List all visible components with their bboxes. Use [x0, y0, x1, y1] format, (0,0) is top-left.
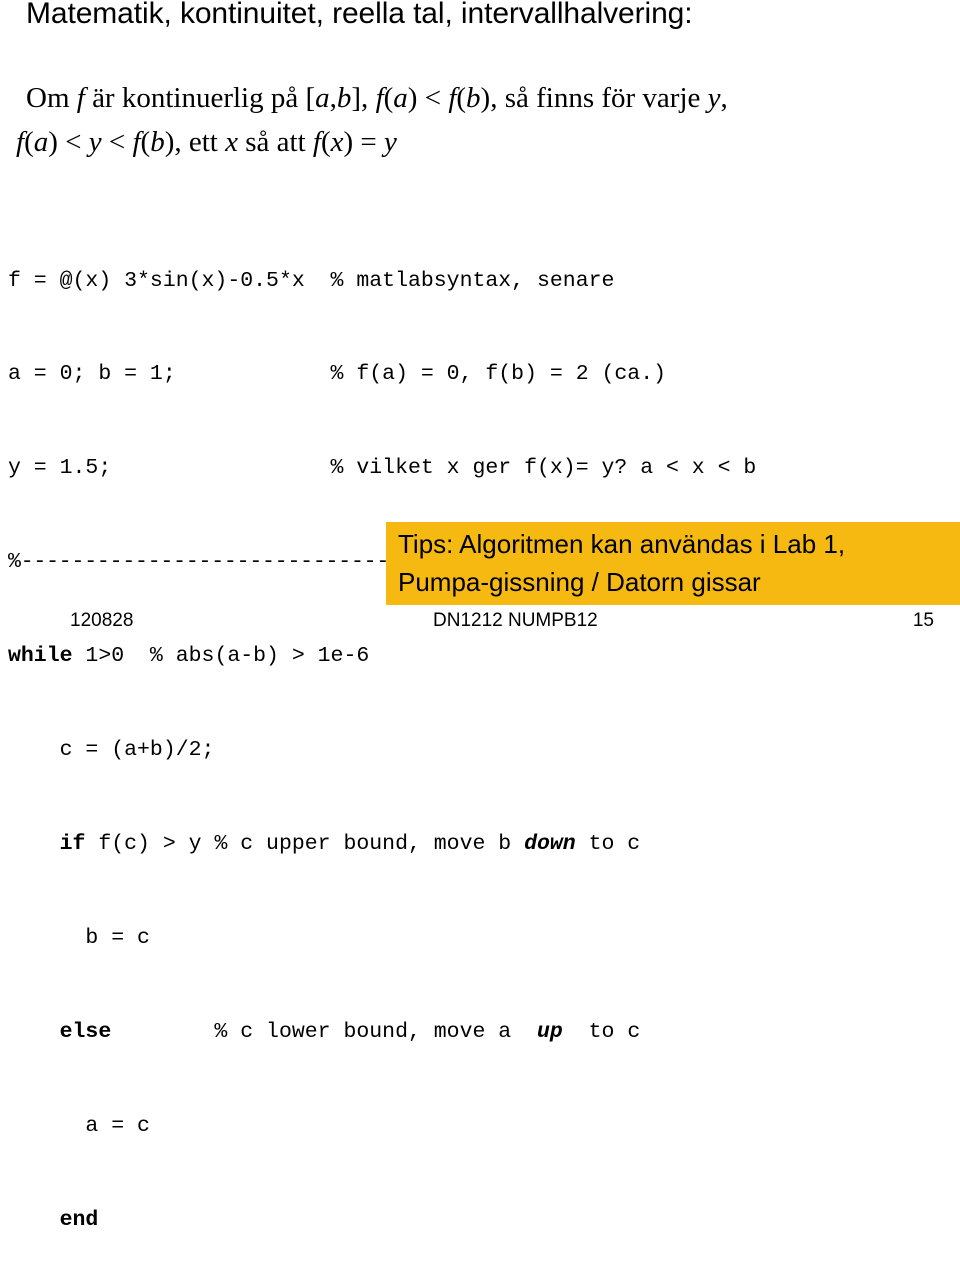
tip-callout-box: Tips: Algoritmen kan användas i Lab 1, P…	[386, 522, 960, 605]
page-title: Matematik, kontinuitet, reella tal, inte…	[26, 0, 693, 30]
footer-course-code: DN1212 NUMPB12	[433, 610, 598, 631]
math-text: (	[140, 126, 151, 158]
code-text: f(c) > y % c upper bound, move b	[85, 831, 525, 856]
math-var-b: b	[336, 82, 352, 114]
math-text: ) =	[343, 126, 385, 158]
math-text: ), ett	[164, 126, 226, 158]
code-line: f = @(x) 3*sin(x)-0.5*x % matlabsyntax, …	[8, 268, 615, 293]
code-text: 1>0 % abs(a-b) > 1e-6	[72, 644, 370, 669]
math-var-a: a	[315, 82, 330, 114]
math-var-x: x	[225, 126, 238, 158]
math-text: ), så finns för varje	[480, 82, 708, 114]
code-line: a = 0; b = 1; % f(a) = 0, f(b) = 2 (ca.)	[8, 362, 667, 387]
math-var-f: f	[312, 126, 321, 158]
code-line-while: while 1>0 % abs(a-b) > 1e-6	[8, 641, 960, 672]
code-line: b = c	[8, 925, 150, 950]
keyword-end: end	[59, 1207, 99, 1232]
math-text: ,	[329, 82, 337, 114]
math-text: <	[101, 126, 133, 158]
code-text: to c	[575, 831, 641, 856]
math-var-f: f	[16, 126, 25, 158]
emphasis-down: down	[524, 831, 576, 856]
code-line: a = c	[8, 1113, 150, 1138]
code-line-else: else % c lower bound, move a up to c	[8, 1017, 960, 1048]
footer-date: 120828	[70, 610, 134, 631]
math-statement-line-2: f(a) < y < f(b), ett x så att f(x) = y	[0, 120, 960, 164]
math-var-f: f	[76, 82, 85, 114]
math-var-b: b	[466, 82, 481, 114]
footer-page-number: 15	[912, 610, 934, 631]
math-var-f: f	[132, 126, 141, 158]
math-var-a: a	[393, 82, 408, 114]
tip-text-line-2: Pumpa-gissning / Datorn gissar	[398, 567, 761, 597]
math-var-y: y	[88, 126, 102, 158]
math-text: ],	[351, 82, 376, 114]
math-text: så att	[238, 126, 313, 158]
code-line-if: if f(c) > y % c upper bound, move b down…	[8, 829, 960, 860]
keyword-while: while	[8, 644, 73, 669]
slide-footer: 120828 DN1212 NUMPB12 15	[0, 608, 960, 636]
keyword-if: if	[59, 831, 86, 856]
code-text: % c lower bound, move a	[111, 1019, 537, 1044]
slide-canvas: Matematik, kontinuitet, reella tal, inte…	[0, 0, 960, 1232]
math-text: ) <	[407, 82, 449, 114]
math-var-y: y	[384, 126, 397, 158]
keyword-else: else	[59, 1019, 112, 1044]
math-text: (	[320, 126, 331, 158]
math-text: ) <	[48, 126, 89, 158]
tip-text-line-1: Tips: Algoritmen kan användas i Lab 1,	[398, 529, 846, 559]
math-text: ,	[720, 82, 728, 114]
math-text: (	[456, 82, 467, 114]
code-text: to c	[562, 1019, 641, 1044]
code-line: y = 1.5; % vilket x ger f(x)= y? a < x <…	[8, 456, 757, 481]
math-statement-block: Om f är kontinuerlig på [a,b], f(a) < f(…	[0, 76, 960, 164]
code-line: c = (a+b)/2;	[8, 738, 215, 763]
math-var-b: b	[150, 126, 165, 158]
math-text: (	[383, 82, 394, 114]
math-var-y: y	[707, 82, 721, 114]
math-var-x: x	[330, 126, 344, 158]
matlab-code-block: f = @(x) 3*sin(x)-0.5*x % matlabsyntax, …	[8, 203, 960, 1272]
math-var-a: a	[33, 126, 49, 158]
math-text: är kontinuerlig på [	[84, 82, 316, 114]
math-var-f: f	[375, 82, 384, 114]
math-text: Om	[26, 82, 77, 114]
math-statement-line-1: Om f är kontinuerlig på [a,b], f(a) < f(…	[0, 76, 960, 120]
emphasis-up: up	[537, 1019, 563, 1044]
code-line-end-inner: end	[8, 1205, 960, 1236]
math-text: (	[24, 126, 34, 158]
